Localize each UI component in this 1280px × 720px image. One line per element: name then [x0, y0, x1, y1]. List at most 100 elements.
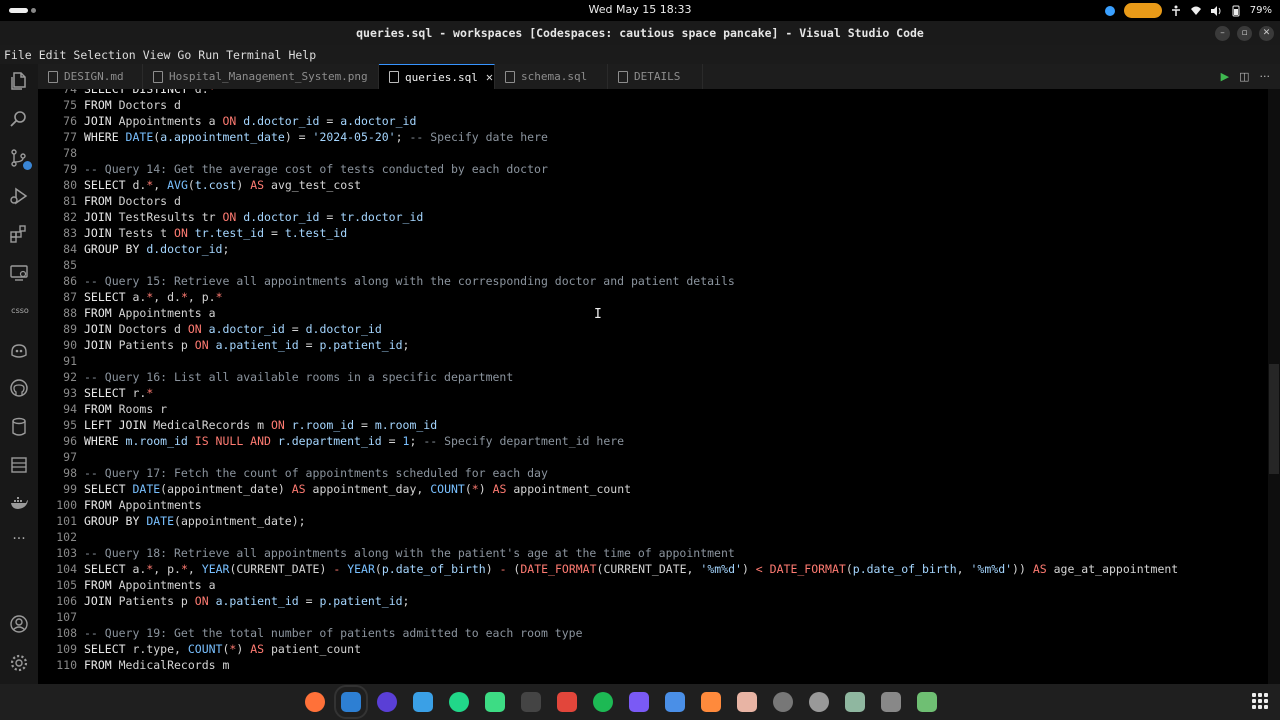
- settings-icon[interactable]: [809, 692, 829, 712]
- code-line[interactable]: 97: [38, 449, 1268, 465]
- code-line[interactable]: 105 FROM Appointments a: [38, 577, 1268, 593]
- screen-recording-indicator[interactable]: [1123, 3, 1162, 18]
- close-window-button[interactable]: ✕: [1259, 26, 1274, 41]
- menu-edit[interactable]: Edit: [39, 48, 67, 62]
- menu-run[interactable]: Run: [198, 48, 219, 62]
- battery-icon[interactable]: [1230, 5, 1242, 17]
- pycharm-icon[interactable]: [449, 692, 469, 712]
- code-line[interactable]: 108 -- Query 19: Get the total number of …: [38, 625, 1268, 641]
- tab-schema-sql[interactable]: schema.sql: [495, 64, 608, 89]
- code-line[interactable]: 91: [38, 353, 1268, 369]
- more-actions-icon[interactable]: ···: [1260, 70, 1271, 83]
- menu-selection[interactable]: Selection: [73, 48, 135, 62]
- text-editor-icon[interactable]: [737, 692, 757, 712]
- menu-view[interactable]: View: [143, 48, 171, 62]
- recycle-icon[interactable]: [917, 692, 937, 712]
- menu-file[interactable]: File: [4, 48, 32, 62]
- explorer-icon[interactable]: [9, 71, 29, 91]
- code-line[interactable]: 94 FROM Rooms r: [38, 401, 1268, 417]
- tab-hospital-png[interactable]: Hospital_Management_System.png: [143, 64, 379, 89]
- account-icon[interactable]: [9, 614, 29, 634]
- hyper-icon[interactable]: [629, 692, 649, 712]
- code-line[interactable]: 88 FROM Appointments a: [38, 305, 1268, 321]
- code-line[interactable]: 85: [38, 257, 1268, 273]
- code-line[interactable]: 87 SELECT a.*, d.*, p.*: [38, 289, 1268, 305]
- menu-terminal[interactable]: Terminal: [226, 48, 281, 62]
- scrollbar-thumb[interactable]: [1269, 364, 1279, 474]
- csso-extension[interactable]: csso: [8, 301, 32, 321]
- code-line[interactable]: 103 -- Query 18: Retrieve all appointment…: [38, 545, 1268, 561]
- code-line[interactable]: 93 SELECT r.*: [38, 385, 1268, 401]
- wifi-icon[interactable]: [1190, 5, 1202, 17]
- code-line[interactable]: 80 SELECT d.*, AVG(t.cost) AS avg_test_co…: [38, 177, 1268, 193]
- code-line[interactable]: 92 -- Query 16: List all available rooms …: [38, 369, 1268, 385]
- code-line[interactable]: 100 FROM Appointments: [38, 497, 1268, 513]
- android-studio-icon[interactable]: [485, 692, 505, 712]
- files-blue-icon[interactable]: [413, 692, 433, 712]
- show-apps-icon[interactable]: [1252, 693, 1268, 709]
- trash-empty-icon[interactable]: [881, 692, 901, 712]
- remote-explorer-icon[interactable]: [9, 263, 29, 283]
- extensions-icon[interactable]: [665, 692, 685, 712]
- split-editor-icon[interactable]: ◫: [1239, 70, 1249, 83]
- pages-icon[interactable]: [9, 455, 29, 475]
- volume-icon[interactable]: [1210, 5, 1222, 17]
- source-control-icon[interactable]: [9, 148, 32, 170]
- search-icon[interactable]: [9, 109, 29, 129]
- code-line[interactable]: 107: [38, 609, 1268, 625]
- tab-queries-sql[interactable]: queries.sql ✕: [379, 64, 495, 89]
- code-line[interactable]: 109 SELECT r.type, COUNT(*) AS patient_co…: [38, 641, 1268, 657]
- code-line[interactable]: 82 JOIN TestResults tr ON d.doctor_id = t…: [38, 209, 1268, 225]
- run-debug-icon[interactable]: [9, 186, 29, 206]
- code-line[interactable]: 83 JOIN Tests t ON tr.test_id = t.test_id: [38, 225, 1268, 241]
- settings-gear-icon[interactable]: [9, 653, 29, 673]
- editor-scrollbar[interactable]: [1268, 89, 1280, 684]
- code-line[interactable]: 75 FROM Doctors d: [38, 97, 1268, 113]
- vscode-icon[interactable]: [334, 685, 368, 719]
- code-line[interactable]: 96 WHERE m.room_id IS NULL AND r.departme…: [38, 433, 1268, 449]
- more-icon[interactable]: ···: [9, 531, 29, 551]
- code-line[interactable]: 79 -- Query 14: Get the average cost of t…: [38, 161, 1268, 177]
- terminal-icon[interactable]: [521, 692, 541, 712]
- code-editor[interactable]: 74 SELECT DISTINCT d.* 75 FROM Doctors d 76 J…: [38, 89, 1268, 684]
- tab-design-md[interactable]: DESIGN.md: [38, 64, 143, 89]
- code-line[interactable]: 99 SELECT DATE(appointment_date) AS appoi…: [38, 481, 1268, 497]
- code-line[interactable]: 95 LEFT JOIN MedicalRecords m ON r.room_i…: [38, 417, 1268, 433]
- files-icon[interactable]: [845, 692, 865, 712]
- code-line[interactable]: 76 JOIN Appointments a ON d.doctor_id = a…: [38, 113, 1268, 129]
- code-line[interactable]: 74 SELECT DISTINCT d.*: [38, 89, 1268, 97]
- menu-help[interactable]: Help: [288, 48, 316, 62]
- close-tab-icon[interactable]: ✕: [486, 70, 493, 84]
- code-line[interactable]: 104 SELECT a.*, p.*, YEAR(CURRENT_DATE) -…: [38, 561, 1268, 577]
- sublime-icon[interactable]: [701, 692, 721, 712]
- code-line[interactable]: 78: [38, 145, 1268, 161]
- spotify-icon[interactable]: [593, 692, 613, 712]
- restore-button[interactable]: ▫: [1237, 26, 1252, 41]
- sync-icon[interactable]: [1104, 5, 1116, 17]
- github-copilot-icon[interactable]: [9, 340, 29, 360]
- code-line[interactable]: 106 JOIN Patients p ON a.patient_id = p.p…: [38, 593, 1268, 609]
- clock-icon[interactable]: [773, 692, 793, 712]
- code-line[interactable]: 102: [38, 529, 1268, 545]
- database-icon[interactable]: [9, 417, 29, 437]
- code-line[interactable]: 77 WHERE DATE(a.appointment_date) = '2024…: [38, 129, 1268, 145]
- code-line[interactable]: 89 JOIN Doctors d ON a.doctor_id = d.doct…: [38, 321, 1268, 337]
- code-line[interactable]: 81 FROM Doctors d: [38, 193, 1268, 209]
- github-icon[interactable]: [9, 378, 29, 398]
- tab-details[interactable]: DETAILS: [608, 64, 703, 89]
- code-line[interactable]: 90 JOIN Patients p ON a.patient_id = p.pa…: [38, 337, 1268, 353]
- code-line[interactable]: 110 FROM MedicalRecords m: [38, 657, 1268, 673]
- system-tray[interactable]: 79%: [1104, 2, 1272, 19]
- menu-go[interactable]: Go: [177, 48, 191, 62]
- clock[interactable]: Wed May 15 18:33: [0, 3, 1280, 16]
- minimize-button[interactable]: –: [1215, 26, 1230, 41]
- run-icon[interactable]: ▶: [1221, 70, 1229, 83]
- code-line[interactable]: 98 -- Query 17: Fetch the count of appoin…: [38, 465, 1268, 481]
- code-line[interactable]: 86 -- Query 15: Retrieve all appointments…: [38, 273, 1268, 289]
- firefox-icon[interactable]: [305, 692, 325, 712]
- docker-icon[interactable]: [9, 493, 29, 513]
- obs-icon[interactable]: [377, 692, 397, 712]
- scrcpy-icon[interactable]: [557, 692, 577, 712]
- code-line[interactable]: 84 GROUP BY d.doctor_id;: [38, 241, 1268, 257]
- accessibility-icon[interactable]: [1170, 5, 1182, 17]
